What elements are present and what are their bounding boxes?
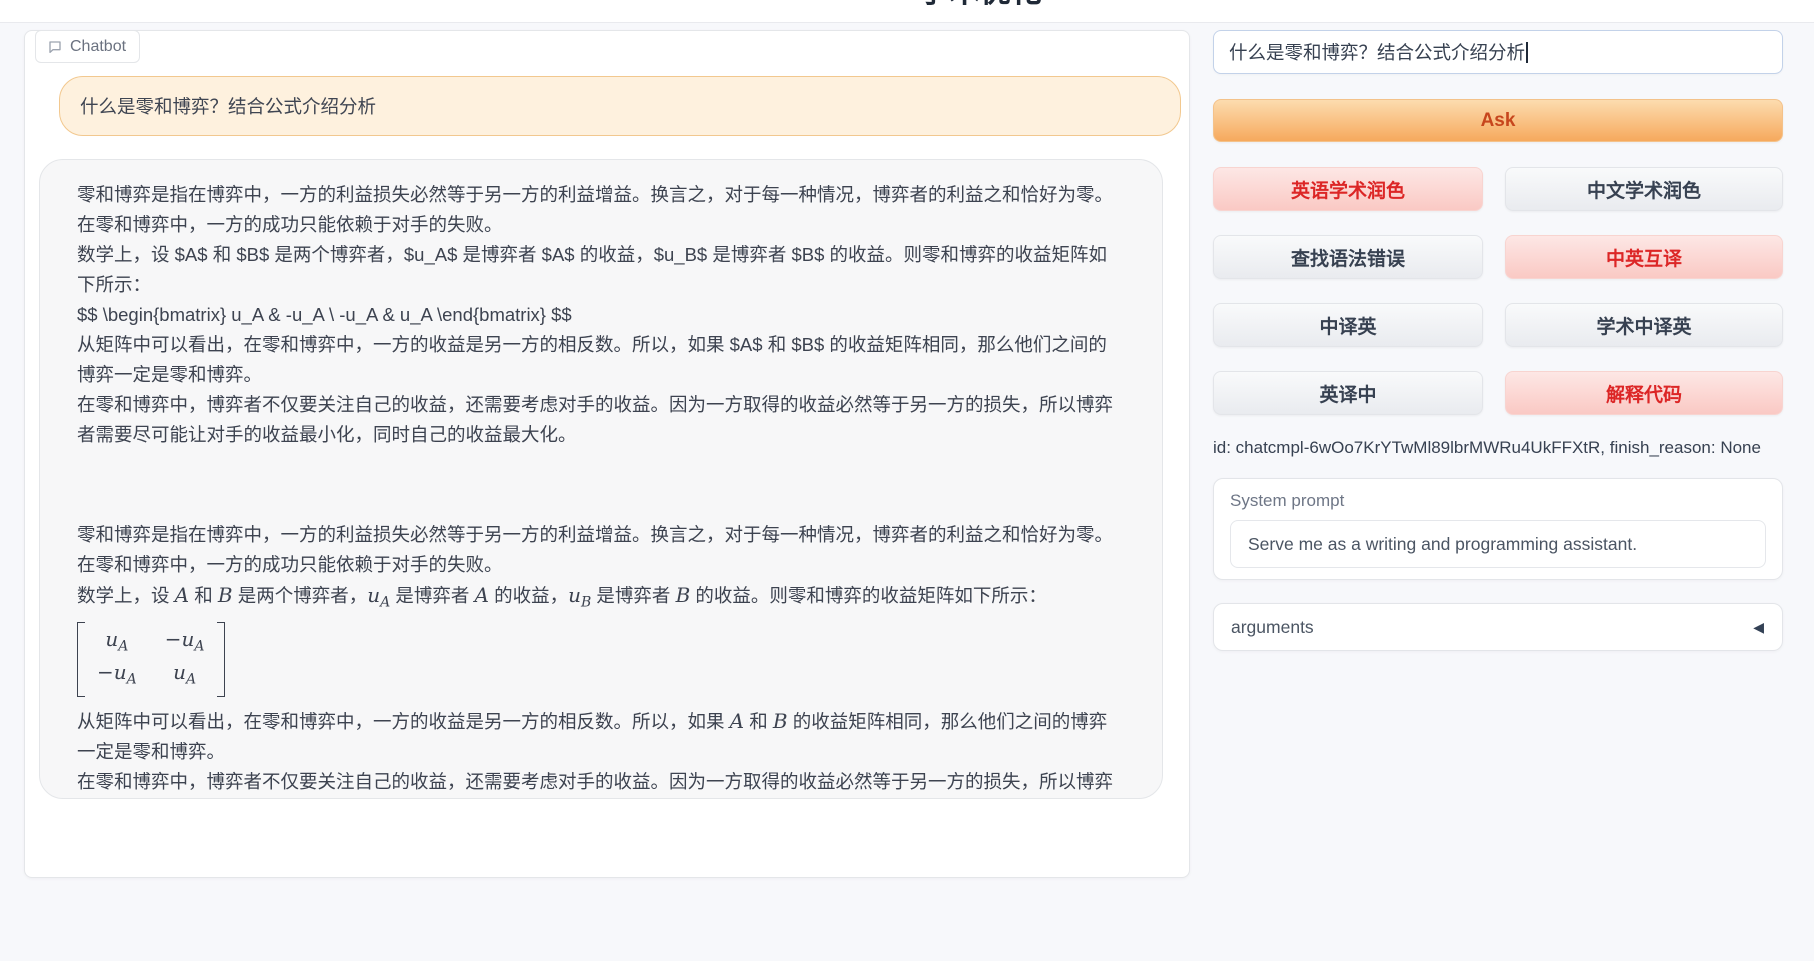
btn-label: 学术中译英 <box>1596 317 1691 338</box>
btn-zh-en-mutual-translate[interactable]: 中英互译 <box>1505 235 1783 279</box>
page-title-clipped: 学术优化 <box>918 0 1042 10</box>
page-header: 学术优化 <box>0 0 1814 23</box>
text-caret <box>1526 42 1528 63</box>
response-status-line: id: chatcmpl-6wOo7KrYTwMl89lbrMWRu4UkFFX… <box>1213 438 1783 458</box>
system-prompt-panel: System prompt Serve me as a writing and … <box>1213 478 1783 580</box>
btn-label: 中文学术润色 <box>1587 181 1701 202</box>
btn-english-academic-polish[interactable]: 英语学术润色 <box>1213 167 1483 211</box>
matrix-body: uA−uA−uAuA <box>85 622 217 697</box>
btn-label: 查找语法错误 <box>1291 249 1405 270</box>
bot-message-rendered: 零和博弈是指在博弈中，一方的利益损失必然等于另一方的利益增益。换言之，对于每一种… <box>77 520 1125 799</box>
quick-buttons-grid: 英语学术润色 中文学术润色 查找语法错误 中英互译 中译英 学术中译英 英译中 … <box>1213 167 1783 415</box>
bot-message-raw-markdown: 零和博弈是指在博弈中，一方的利益损失必然等于另一方的利益增益。换言之，对于每一种… <box>77 180 1125 450</box>
user-message-text: 什么是零和博弈？结合公式介绍分析 <box>80 93 376 119</box>
btn-label: 中英互译 <box>1606 249 1682 270</box>
btn-label: 中译英 <box>1319 317 1376 338</box>
collapse-left-arrow-icon: ◀ <box>1753 619 1764 636</box>
matrix-right-bracket <box>217 622 225 697</box>
rendered-paragraph-4: 在零和博弈中，博弈者不仅要关注自己的收益，还需要考虑对手的收益。因为一方取得的收… <box>77 767 1125 799</box>
btn-label: 英译中 <box>1319 385 1376 406</box>
btn-label: 解释代码 <box>1606 385 1682 406</box>
btn-find-grammar-errors[interactable]: 查找语法错误 <box>1213 235 1483 279</box>
bot-message-bubble: 零和博弈是指在博弈中，一方的利益损失必然等于另一方的利益增益。换言之，对于每一种… <box>39 159 1163 799</box>
btn-academic-zh-to-en[interactable]: 学术中译英 <box>1505 303 1783 347</box>
ask-button[interactable]: Ask <box>1213 99 1783 142</box>
user-message-bubble: 什么是零和博弈？结合公式介绍分析 <box>59 76 1181 136</box>
system-prompt-value: Serve me as a writing and programming as… <box>1248 534 1637 555</box>
btn-en-to-zh[interactable]: 英译中 <box>1213 371 1483 415</box>
btn-label: 英语学术润色 <box>1291 181 1405 202</box>
arguments-accordion-label: arguments <box>1231 617 1314 638</box>
app-root: 学术优化 Chatbot 什么是零和博弈？结合公式介绍分析 零和博弈是指在博弈中… <box>0 0 1814 961</box>
chat-bubble-icon <box>47 39 63 55</box>
btn-chinese-academic-polish[interactable]: 中文学术润色 <box>1505 167 1783 211</box>
system-prompt-label: System prompt <box>1230 491 1766 511</box>
btn-zh-to-en[interactable]: 中译英 <box>1213 303 1483 347</box>
chatbot-panel: Chatbot 什么是零和博弈？结合公式介绍分析 零和博弈是指在博弈中，一方的利… <box>24 30 1190 878</box>
arguments-accordion-header[interactable]: arguments ◀ <box>1213 603 1783 651</box>
rendered-paragraph-1: 零和博弈是指在博弈中，一方的利益损失必然等于另一方的利益增益。换言之，对于每一种… <box>77 520 1125 580</box>
rendered-paragraph-2: 数学上，设 A 和 B 是两个博弈者，uA 是博弈者 A 的收益，uB 是博弈者… <box>77 580 1125 618</box>
chatbot-label: Chatbot <box>35 30 140 63</box>
matrix-left-bracket <box>77 622 85 697</box>
rendered-paragraph-3: 从矩阵中可以看出，在零和博弈中，一方的收益是另一方的相反数。所以，如果 A 和 … <box>77 706 1125 767</box>
question-input[interactable]: 什么是零和博弈？结合公式介绍分析 <box>1213 30 1783 74</box>
chatbot-label-text: Chatbot <box>70 38 126 56</box>
system-prompt-input[interactable]: Serve me as a writing and programming as… <box>1230 520 1766 568</box>
rendered-matrix: uA−uA−uAuA <box>77 618 1125 706</box>
question-input-value: 什么是零和博弈？结合公式介绍分析 <box>1229 39 1525 65</box>
btn-explain-code[interactable]: 解释代码 <box>1505 371 1783 415</box>
